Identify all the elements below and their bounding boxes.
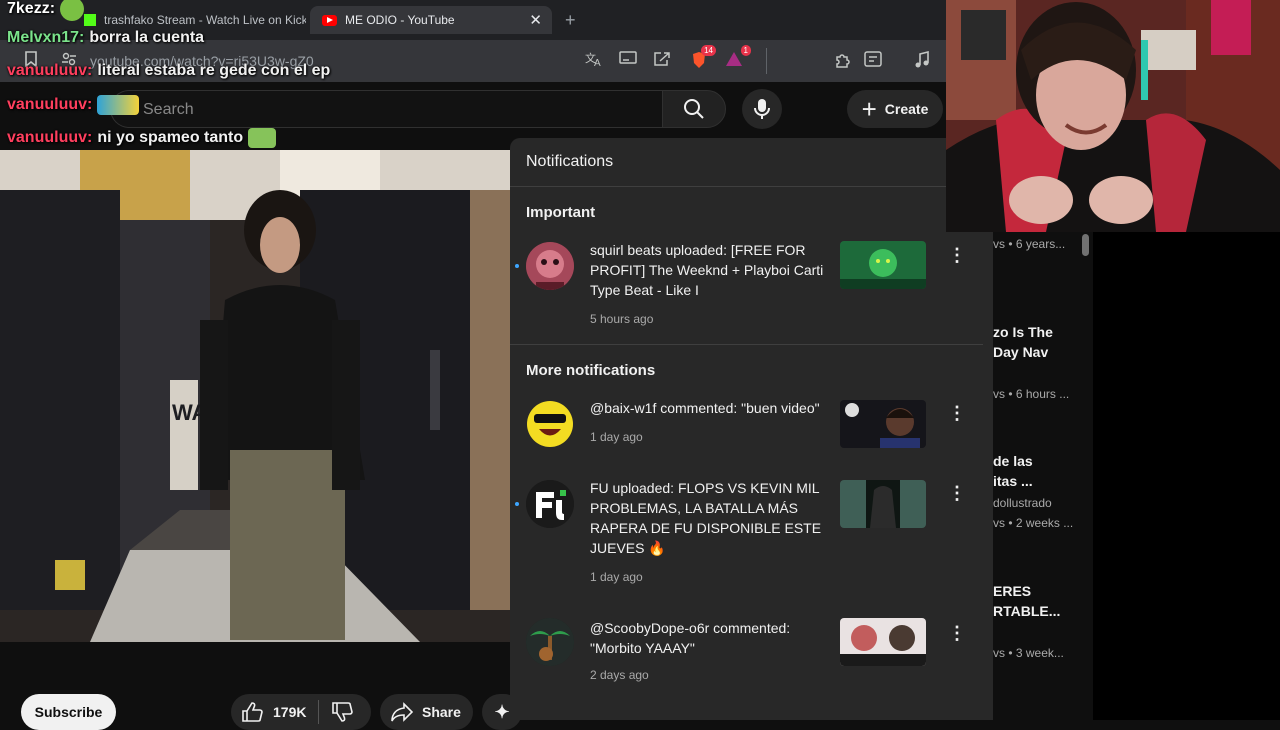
- rec-title-line[interactable]: ERES: [993, 583, 1031, 599]
- media-controls-icon[interactable]: [911, 50, 933, 71]
- commenter-avatar: [526, 400, 574, 448]
- important-section-title: Important: [526, 204, 596, 221]
- create-label: Create: [884, 101, 929, 117]
- cast-icon[interactable]: [617, 51, 639, 71]
- microphone-icon: [754, 99, 770, 119]
- notifications-panel: Notifications Important squirl beats upl…: [510, 138, 993, 720]
- rec-meta: vs • 6 hours ...: [993, 387, 1070, 401]
- commenter-avatar: [526, 618, 574, 666]
- chat-text: ni yo spameo tanto: [97, 129, 244, 147]
- chat-message: Melvxn17: borra la cuenta: [7, 29, 204, 47]
- rec-title-line[interactable]: zo Is The: [993, 324, 1053, 340]
- share-label: Share: [422, 704, 461, 720]
- notification-text: FU uploaded: FLOPS VS KEVIN MIL PROBLEMA…: [590, 480, 822, 556]
- extensions-icon[interactable]: [832, 51, 854, 71]
- share-arrow-icon: [391, 702, 414, 722]
- share-page-icon[interactable]: [651, 51, 673, 71]
- rec-title-line[interactable]: RTABLE...: [993, 603, 1060, 619]
- tab-title: ME ODIO - YouTube: [345, 13, 455, 27]
- notification-time: 1 day ago: [590, 430, 643, 444]
- rec-meta: vs • 6 years...: [993, 237, 1066, 251]
- channel-avatar: [526, 242, 574, 290]
- search-icon: [684, 99, 704, 119]
- emote-icon: [97, 95, 140, 115]
- like-divider: [318, 700, 320, 724]
- sparkle-icon: ✦: [494, 701, 510, 722]
- chat-username: vanuuluuv:: [7, 62, 93, 79]
- chat-text: borra la cuenta: [89, 29, 205, 46]
- recommendations-column: vs • 6 years... zo Is The Day Nav vs • 6…: [993, 232, 1093, 720]
- more-options-icon[interactable]: ⋮: [948, 482, 966, 506]
- video-player[interactable]: WA: [0, 150, 510, 642]
- video-thumbnail[interactable]: [840, 241, 926, 289]
- video-thumbnail[interactable]: [840, 480, 926, 528]
- unread-dot: [515, 264, 519, 268]
- search-box[interactable]: [110, 90, 662, 129]
- divider: [510, 186, 946, 187]
- chat-username: 7kezz:: [7, 0, 56, 18]
- brave-rewards-badge: 1: [740, 45, 751, 56]
- notification-text: squirl beats uploaded: [FREE FOR PROFIT]…: [590, 242, 824, 298]
- voice-search-button[interactable]: [742, 89, 782, 129]
- search-input[interactable]: [141, 91, 645, 129]
- chat-message: vanuuluuv: ni yo spameo tanto: [7, 128, 276, 148]
- subscribe-button[interactable]: Subscribe: [21, 694, 116, 730]
- chat-text: literal estaba re gede con el ep: [97, 62, 331, 79]
- emote-icon: [247, 128, 276, 148]
- video-thumbnail[interactable]: [840, 400, 926, 448]
- chat-message: vanuuluuv: literal estaba re gede con el …: [7, 62, 330, 80]
- rec-title-line[interactable]: Day Nav: [993, 344, 1048, 360]
- tab-title: trashfako Stream - Watch Live on Kick: [104, 13, 306, 27]
- chat-message: 7kezz:: [7, 0, 85, 21]
- chat-username: Melvxn17:: [7, 29, 85, 46]
- svg-text:A: A: [594, 58, 601, 67]
- reading-list-icon[interactable]: [862, 51, 884, 71]
- rec-meta: vs • 3 week...: [993, 646, 1064, 660]
- streamer-webcam: [946, 0, 1280, 232]
- more-options-icon[interactable]: ⋮: [948, 622, 966, 646]
- create-button[interactable]: + Create: [847, 90, 943, 128]
- new-tab-icon[interactable]: +: [565, 10, 576, 31]
- more-notifications-title: More notifications: [526, 362, 656, 379]
- rec-title-line[interactable]: itas ...: [993, 473, 1033, 489]
- notification-time: 1 day ago: [590, 570, 643, 584]
- chat-username: vanuuluuv:: [7, 96, 93, 114]
- close-tab-icon[interactable]: ✕: [529, 11, 542, 29]
- translate-icon[interactable]: 文A: [583, 51, 605, 71]
- more-options-icon[interactable]: ⋮: [948, 244, 966, 268]
- stream-overlay-background: [1093, 232, 1280, 720]
- chat-username: vanuuluuv:: [7, 129, 93, 147]
- emote-icon: [60, 0, 85, 21]
- unread-dot: [515, 502, 519, 506]
- rec-meta: vs • 2 weeks ...: [993, 516, 1074, 530]
- youtube-favicon-icon: [322, 14, 337, 26]
- tab-youtube-active[interactable]: ME ODIO - YouTube ✕: [310, 6, 552, 34]
- like-count: 179K: [273, 704, 307, 720]
- like-dislike-group: 179K: [231, 694, 371, 730]
- chat-message: vanuuluuv:: [7, 95, 140, 115]
- rec-title-line[interactable]: de las: [993, 453, 1033, 469]
- notifications-title: Notifications: [526, 153, 614, 170]
- video-thumbnail[interactable]: [840, 618, 926, 666]
- notification-text: @baix-w1f commented: "buen video": [590, 400, 820, 416]
- toolbar-divider: [766, 48, 767, 74]
- brave-shields-icon[interactable]: 14: [688, 45, 716, 71]
- webcam-frame: [946, 0, 1280, 232]
- notification-time: 5 hours ago: [590, 312, 654, 326]
- divider: [510, 344, 983, 345]
- brave-rewards-icon[interactable]: 1: [723, 45, 751, 71]
- search-button[interactable]: [662, 90, 726, 128]
- notification-time: 2 days ago: [590, 668, 649, 682]
- channel-avatar: [526, 480, 574, 528]
- kick-favicon-icon: [84, 14, 96, 26]
- plus-icon: +: [861, 94, 877, 124]
- share-button[interactable]: Share: [380, 694, 473, 730]
- rec-channel: dollustrado: [993, 496, 1052, 510]
- video-frame: WA: [0, 150, 510, 642]
- notification-text: @ScoobyDope-o6r commented: "Morbito YAAA…: [590, 620, 791, 656]
- more-options-icon[interactable]: ⋮: [948, 402, 966, 426]
- brave-shields-badge: 14: [701, 45, 716, 56]
- scrollbar-thumb[interactable]: [1082, 234, 1089, 256]
